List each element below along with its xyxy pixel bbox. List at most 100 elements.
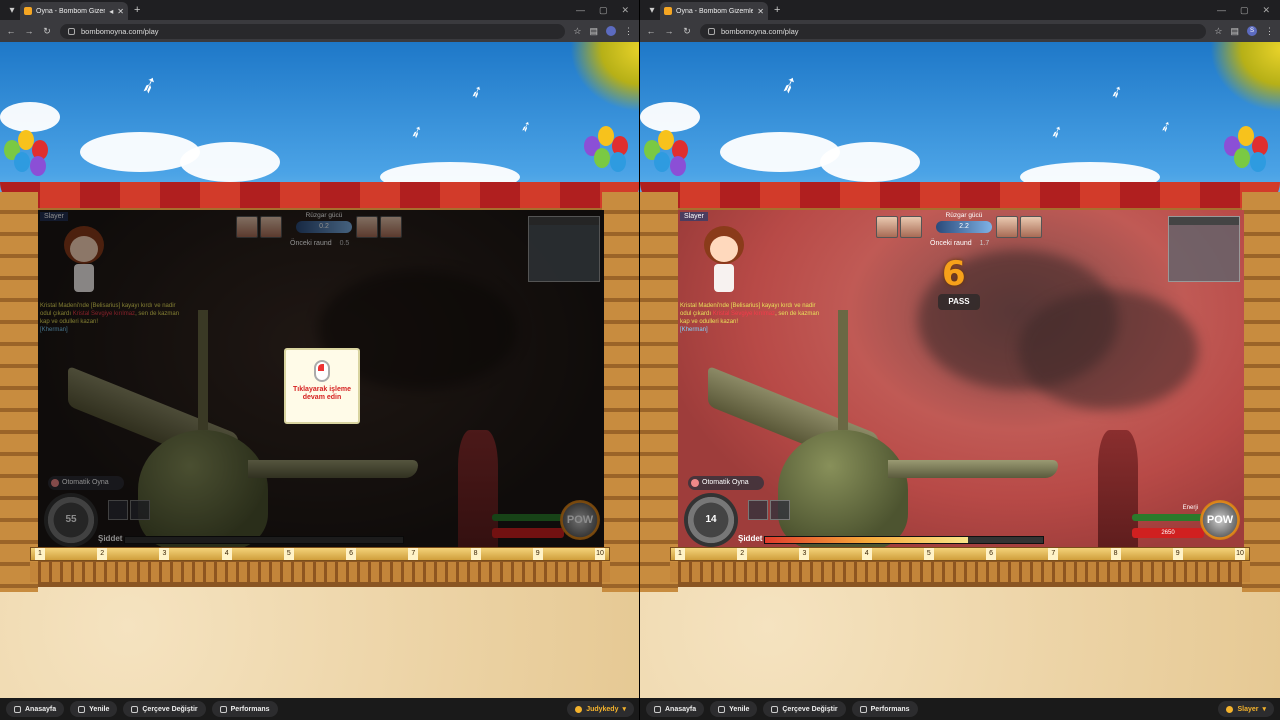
reload-icon[interactable]: ↻ <box>42 26 52 37</box>
performance-label: Performans <box>230 705 270 713</box>
energy-label: Enerji <box>1182 505 1198 511</box>
extensions-icon[interactable]: ▤ <box>589 26 598 37</box>
new-tab-button[interactable]: + <box>774 4 780 16</box>
chat-line: odul çıkardı <box>680 311 712 317</box>
ruler-mark: 6 <box>346 548 357 560</box>
tab-search-icon[interactable]: ▾ <box>4 2 20 18</box>
prev-round-label: Önceki raund <box>930 240 972 247</box>
menu-icon[interactable]: ⋮ <box>1265 26 1274 37</box>
extensions-icon[interactable]: ▤ <box>1230 26 1239 37</box>
back-icon[interactable]: ← <box>646 26 656 36</box>
performance-button[interactable]: Performans <box>851 701 918 717</box>
seagull-icon: ➶ <box>1047 122 1067 143</box>
speaker-icon[interactable]: ◂ <box>109 7 113 16</box>
maximize-icon[interactable]: ▢ <box>1240 5 1249 16</box>
user-menu[interactable]: Slayer ▾ <box>1218 701 1274 717</box>
player-portrait <box>700 226 748 306</box>
home-button[interactable]: Anasayfa <box>646 701 705 717</box>
url-text: bombomoyna.com/play <box>81 26 159 36</box>
ruler-mark: 7 <box>1048 548 1059 560</box>
item-bar <box>748 500 790 520</box>
star-icon[interactable]: ☆ <box>573 26 581 37</box>
close-tab-icon[interactable]: ✕ <box>117 7 124 16</box>
username: Judykedy <box>586 705 619 713</box>
site-info-icon[interactable] <box>68 27 75 35</box>
star-icon[interactable]: ☆ <box>1214 26 1222 37</box>
power-fill <box>765 537 968 543</box>
seagull-icon: ➶ <box>136 69 162 100</box>
frame-post-right <box>602 192 639 592</box>
address-bar[interactable]: bombomoyna.com/play <box>60 23 566 39</box>
ruler-mark: 1 <box>35 548 45 560</box>
address-bar[interactable]: bombomoyna.com/play <box>700 23 1207 39</box>
close-window-icon[interactable]: ✕ <box>621 5 629 16</box>
ruler-mark: 6 <box>986 548 997 560</box>
distance-ruler: 1 2 3 4 5 6 7 8 9 10 <box>670 547 1250 561</box>
refresh-button[interactable]: Yenile <box>710 701 758 717</box>
item-slot[interactable] <box>748 500 768 520</box>
frame-garland <box>640 182 1280 208</box>
performance-button[interactable]: Performans <box>211 701 278 717</box>
performance-label: Performans <box>870 705 910 713</box>
browser-window-right: ▾ Oyna - Bombom Gizemler Diya ✕ + — ▢ ✕ … <box>640 0 1280 720</box>
game-canvas[interactable]: Slayer Rüzgar gücü 2.2 Önceki raund 1.7 … <box>678 210 1244 550</box>
game-canvas[interactable]: Slayer Rüzgar gücü 0.2 Önceki raund 0.5 … <box>38 210 604 550</box>
tab-search-icon[interactable]: ▾ <box>644 2 660 18</box>
change-frame-button[interactable]: Çerçeve Değiştir <box>123 701 206 717</box>
frame-label: Çerçeve Değiştir <box>782 705 838 713</box>
resume-dialog[interactable]: Tıklayarak işleme devam edin <box>284 348 360 424</box>
frame-post-left <box>640 192 678 592</box>
new-tab-button[interactable]: + <box>134 4 140 16</box>
minimize-icon[interactable]: — <box>576 5 585 16</box>
reload-icon[interactable]: ↻ <box>682 26 692 37</box>
auto-play-button[interactable]: Otomatik Oyna <box>688 476 764 490</box>
performance-icon <box>219 705 227 713</box>
menu-icon[interactable]: ⋮ <box>624 26 633 37</box>
seagull-icon: ➶ <box>1157 116 1174 136</box>
refresh-label: Yenile <box>89 705 110 713</box>
item-slot[interactable] <box>770 500 790 520</box>
forward-icon[interactable]: → <box>24 26 34 36</box>
chat-log: Kristal Madeni'nde [Belisarius] kayayı k… <box>680 302 860 334</box>
tab-title: Oyna - Bombom Gizemler D <box>36 7 105 15</box>
maximize-icon[interactable]: ▢ <box>599 5 608 16</box>
home-button[interactable]: Anasayfa <box>6 701 65 717</box>
previous-round: Önceki raund 1.7 <box>930 240 989 247</box>
home-icon <box>654 705 661 713</box>
wind-value: 2.2 <box>936 221 992 233</box>
refresh-button[interactable]: Yenile <box>70 701 118 717</box>
profile-avatar[interactable] <box>606 26 616 36</box>
pow-button[interactable]: POW <box>1200 500 1240 540</box>
frame-garland <box>0 182 639 208</box>
site-bottom-bar: Anasayfa Yenile Çerçeve Değiştir Perform… <box>640 698 1280 720</box>
forward-icon[interactable]: → <box>664 26 674 36</box>
close-tab-icon[interactable]: ✕ <box>757 7 764 16</box>
tab-active[interactable]: Oyna - Bombom Gizemler Diya ✕ <box>660 2 768 20</box>
game-scene: ➶ ➶ ➶ ➶ Slayer <box>640 42 1280 698</box>
close-window-icon[interactable]: ✕ <box>1262 5 1270 16</box>
game-scene: ➶ ➶ ➶ ➶ Slayer <box>0 42 639 698</box>
ruler-mark: 2 <box>97 548 108 560</box>
power-bar <box>764 536 1044 544</box>
tab-title: Oyna - Bombom Gizemler Diya <box>676 7 754 15</box>
back-icon[interactable]: ← <box>6 26 16 36</box>
home-label: Anasayfa <box>665 705 697 713</box>
pass-button[interactable]: PASS <box>938 294 980 310</box>
profile-avatar[interactable]: S <box>1247 26 1257 36</box>
ruler-mark: 3 <box>799 548 810 560</box>
seagull-icon: ➶ <box>517 116 534 136</box>
site-info-icon[interactable] <box>708 27 715 35</box>
ruler-mark: 2 <box>737 548 748 560</box>
refresh-icon <box>718 705 726 713</box>
tab-active[interactable]: Oyna - Bombom Gizemler D ◂ ✕ <box>20 2 128 20</box>
change-frame-button[interactable]: Çerçeve Değiştir <box>763 701 846 717</box>
power-label: Şiddet <box>738 534 763 543</box>
minimize-icon[interactable]: — <box>1217 5 1226 16</box>
resume-text: Tıklayarak işleme devam edin <box>293 386 351 401</box>
minimap[interactable] <box>1168 216 1240 282</box>
angle-dial: 14 <box>684 493 738 547</box>
user-menu[interactable]: Judykedy ▾ <box>567 701 634 717</box>
ruler-mark: 8 <box>1110 548 1121 560</box>
coin-icon <box>575 705 583 713</box>
tab-strip: ▾ Oyna - Bombom Gizemler Diya ✕ + — ▢ ✕ <box>640 0 1280 20</box>
